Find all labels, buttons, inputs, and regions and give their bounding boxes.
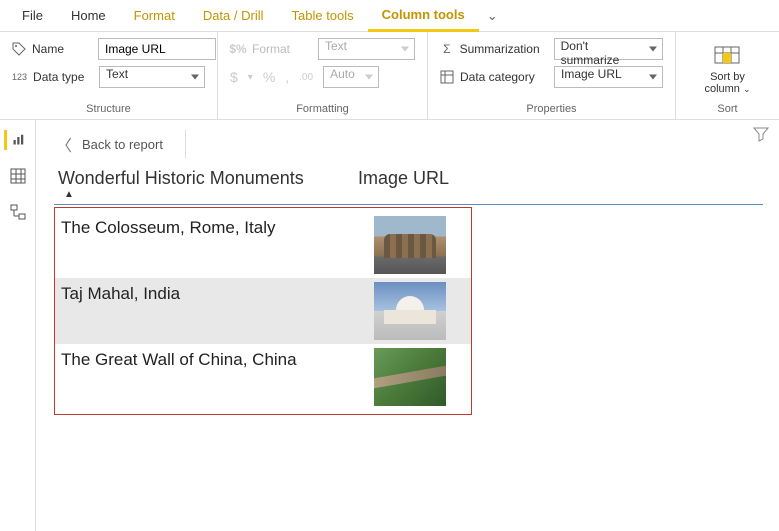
ribbon-group-structure: Name 123 Data type Text Structure	[0, 32, 218, 119]
thumbnail-image	[374, 282, 446, 340]
name-label: Name	[32, 42, 92, 56]
tag-icon	[12, 41, 26, 57]
table-header: Wonderful Historic Monuments ▲ Image URL	[54, 166, 763, 205]
data-view-button[interactable]	[8, 166, 28, 186]
summarization-select[interactable]: Don't summarize	[554, 38, 663, 60]
tab-data-drill[interactable]: Data / Drill	[189, 0, 278, 32]
main-area: 〈 Back to report Wonderful Historic Monu…	[0, 120, 779, 531]
image-cell	[355, 278, 465, 344]
tab-home[interactable]: Home	[57, 0, 120, 32]
ribbon-group-properties: Σ Summarization Don't summarize Data cat…	[428, 32, 676, 119]
model-view-button[interactable]	[8, 202, 28, 222]
currency-dropdown-icon: ▾	[248, 72, 253, 83]
table-row[interactable]: The Great Wall of China, China	[55, 344, 471, 410]
tab-overflow[interactable]: ⌄	[479, 8, 506, 24]
format-select: Text	[318, 38, 415, 60]
decimals-icon: .00	[299, 72, 313, 83]
sigma-icon: Σ	[440, 41, 454, 57]
ribbon-group-formatting: $% Format Text $ ▾ % , .00 Auto Formatti…	[218, 32, 428, 119]
tab-file[interactable]: File	[8, 0, 57, 32]
sort-asc-icon: ▲	[58, 189, 350, 200]
highlight-box: The Colosseum, Rome, Italy Taj Mahal, Ind…	[54, 207, 472, 415]
group-label-structure: Structure	[12, 101, 205, 117]
thumbnail-image	[374, 216, 446, 274]
table-visual[interactable]: Wonderful Historic Monuments ▲ Image URL…	[54, 166, 763, 415]
tab-column-tools[interactable]: Column tools	[368, 0, 479, 32]
datatype-icon: 123	[12, 69, 27, 85]
report-canvas: 〈 Back to report Wonderful Historic Monu…	[36, 120, 779, 531]
table-row[interactable]: The Colosseum, Rome, Italy	[55, 212, 471, 278]
menu-tabbar: File Home Format Data / Drill Table tool…	[0, 0, 779, 32]
sort-by-column-button[interactable]: Sort bycolumn ⌄	[696, 41, 758, 99]
tab-format[interactable]: Format	[120, 0, 189, 32]
back-to-report[interactable]: 〈 Back to report	[56, 130, 186, 158]
name-input[interactable]	[98, 38, 216, 60]
image-cell	[355, 344, 465, 410]
sort-icon	[713, 45, 741, 67]
report-view-button[interactable]	[4, 130, 24, 150]
category-icon	[440, 69, 454, 85]
datacategory-select[interactable]: Image URL	[554, 66, 663, 88]
column-header-monuments[interactable]: Wonderful Historic Monuments ▲	[54, 166, 354, 202]
sort-by-column-label: Sort bycolumn ⌄	[704, 71, 750, 95]
monument-name-cell: Taj Mahal, India	[55, 278, 355, 310]
tab-table-tools[interactable]: Table tools	[278, 0, 368, 32]
group-label-sort: Sort	[688, 101, 767, 117]
summarization-label: Summarization	[460, 42, 548, 56]
table-row[interactable]: Taj Mahal, India	[55, 278, 471, 344]
column-header-imageurl[interactable]: Image URL	[354, 166, 464, 202]
currency-button: $	[230, 69, 238, 85]
datatype-label: Data type	[33, 70, 93, 84]
filter-icon[interactable]	[753, 126, 769, 145]
view-rail	[0, 120, 36, 531]
comma-button: ,	[285, 69, 289, 85]
datatype-select[interactable]: Text	[99, 66, 205, 88]
datacategory-label: Data category	[460, 70, 548, 84]
ribbon: Name 123 Data type Text Structure $% For…	[0, 32, 779, 120]
group-label-formatting: Formatting	[230, 101, 415, 117]
decimals-select: Auto	[323, 66, 379, 88]
image-cell	[355, 212, 465, 278]
format-symbol-icon: $%	[230, 41, 246, 57]
format-label: Format	[252, 42, 312, 56]
ribbon-group-sort: Sort bycolumn ⌄ Sort	[676, 32, 779, 119]
percent-button: %	[263, 69, 275, 85]
back-arrow-icon: 〈	[56, 132, 72, 156]
back-label: Back to report	[82, 137, 163, 152]
monument-name-cell: The Colosseum, Rome, Italy	[55, 212, 355, 244]
group-label-properties: Properties	[440, 101, 663, 117]
thumbnail-image	[374, 348, 446, 406]
monument-name-cell: The Great Wall of China, China	[55, 344, 355, 376]
